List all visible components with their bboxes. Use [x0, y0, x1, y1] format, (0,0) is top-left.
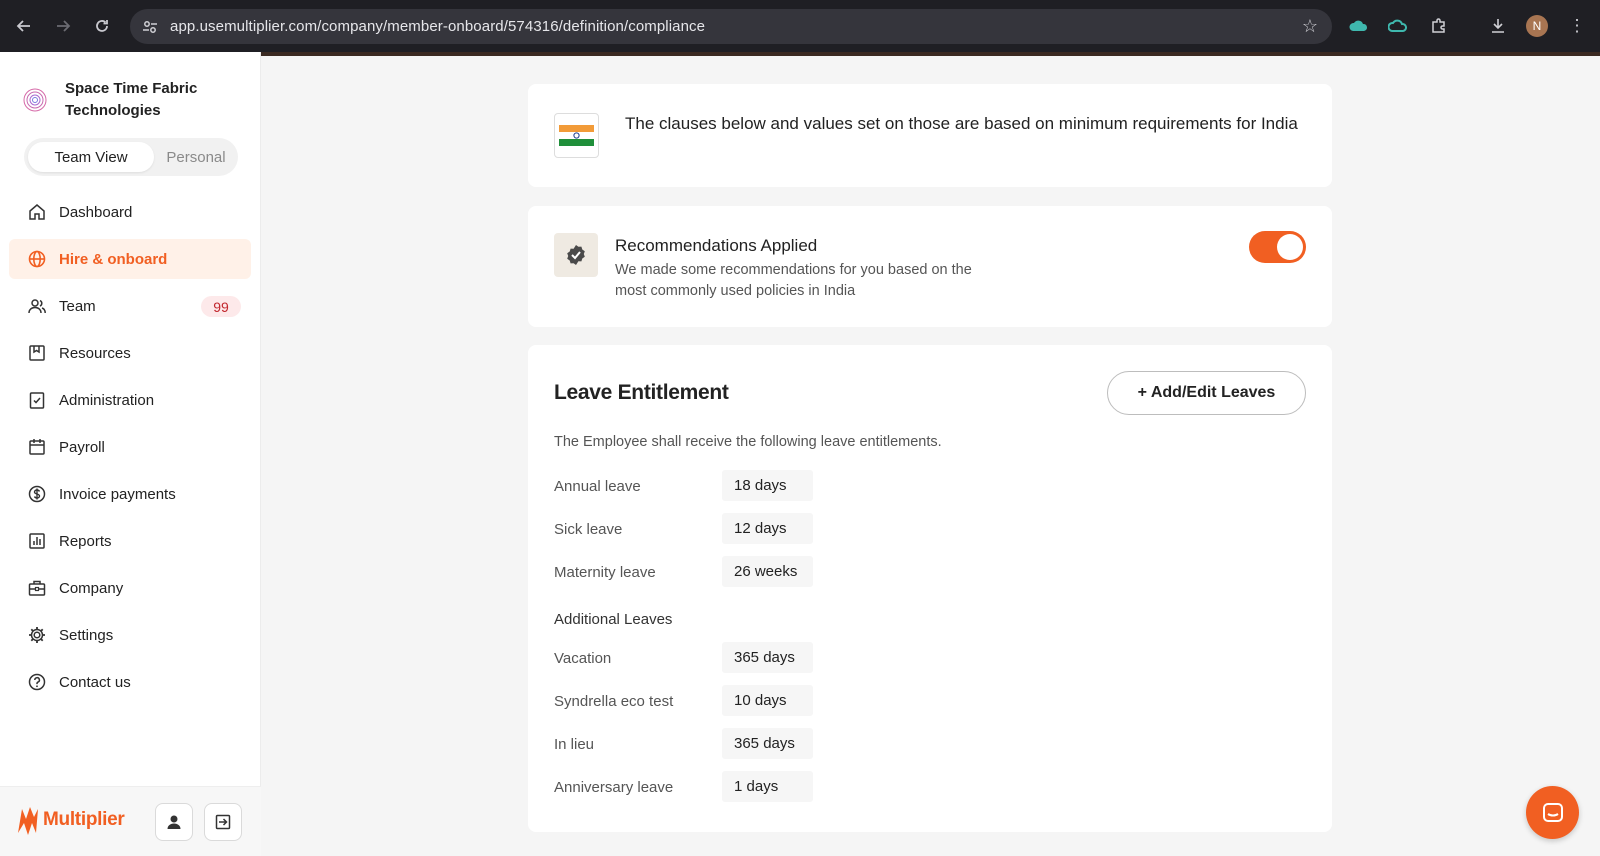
help-circle-icon — [27, 672, 47, 692]
sidebar-item-label: Hire & onboard — [59, 250, 168, 268]
back-icon[interactable] — [12, 14, 36, 38]
browser-toolbar: app.usemultiplier.com/company/member-onb… — [0, 0, 1600, 52]
reload-icon[interactable] — [90, 14, 114, 38]
sidebar-item-administration[interactable]: Administration — [9, 380, 251, 420]
recommendations-card: Recommendations Applied We made some rec… — [528, 206, 1332, 327]
clipboard-check-icon — [27, 390, 47, 410]
page-accent-strip — [261, 52, 1600, 56]
leave-value: 10 days — [722, 685, 813, 716]
globe-icon — [27, 249, 47, 269]
logout-button[interactable] — [204, 803, 242, 841]
sidebar-item-label: Reports — [59, 532, 112, 550]
sidebar-item-label: Administration — [59, 391, 155, 409]
briefcase-icon — [27, 578, 47, 598]
country-notice-card: The clauses below and values set on thos… — [528, 84, 1332, 187]
recommendations-description: We made some recommendations for you bas… — [615, 262, 972, 299]
address-bar[interactable]: app.usemultiplier.com/company/member-onb… — [130, 9, 1332, 44]
extensions-puzzle-icon[interactable] — [1427, 14, 1451, 38]
sidebar-item-label: Settings — [59, 626, 114, 644]
sidebar-item-hire-onboard[interactable]: Hire & onboard — [9, 239, 251, 279]
additional-leaves-heading: Additional Leaves — [554, 611, 673, 628]
site-info-icon[interactable] — [140, 17, 160, 37]
bar-chart-icon — [27, 531, 47, 551]
forward-icon[interactable] — [51, 14, 75, 38]
multiplier-logo[interactable]: Multiplier — [16, 805, 125, 835]
sidebar-item-label: Team — [59, 297, 96, 315]
user-icon — [167, 815, 181, 829]
leave-label: In lieu — [554, 736, 595, 753]
sidebar-item-company[interactable]: Company — [9, 568, 251, 608]
download-icon[interactable] — [1486, 14, 1510, 38]
chat-support-button[interactable] — [1526, 786, 1579, 839]
leave-entitlement-title: Leave Entitlement — [554, 381, 729, 404]
team-view-tab[interactable]: Team View — [28, 142, 154, 172]
country-notice-text: The clauses below and values set on thos… — [625, 114, 1298, 133]
leave-label: Sick leave — [554, 521, 623, 538]
sidebar-item-settings[interactable]: Settings — [9, 615, 251, 655]
add-edit-leaves-button[interactable]: + Add/Edit Leaves — [1107, 371, 1306, 415]
sidebar-item-resources[interactable]: Resources — [9, 333, 251, 373]
sidebar-item-label: Invoice payments — [59, 485, 176, 503]
cloud-extension-icon[interactable] — [1386, 14, 1410, 38]
recommendations-toggle[interactable] — [1249, 231, 1306, 263]
calendar-icon — [27, 437, 47, 457]
sidebar-footer: Multiplier — [0, 786, 261, 856]
recommendations-title: Recommendations Applied — [615, 236, 818, 255]
more-menu-icon[interactable]: ⋮ — [1565, 14, 1589, 38]
personal-view-tab[interactable]: Personal — [158, 142, 234, 172]
leave-value: 12 days — [722, 513, 813, 544]
logout-icon — [215, 814, 231, 830]
leave-label: Maternity leave — [554, 564, 656, 581]
leave-label: Annual leave — [554, 478, 641, 495]
sidebar-item-label: Dashboard — [59, 203, 133, 221]
sidebar-item-label: Contact us — [59, 673, 131, 691]
company-name: Space Time Fabric Technologies — [65, 80, 198, 119]
sidebar-item-invoice-payments[interactable]: Invoice payments — [9, 474, 251, 514]
sidebar-item-contact-us[interactable]: Contact us — [9, 662, 251, 702]
leave-label: Syndrella eco test — [554, 693, 674, 710]
leave-entitlement-card: Leave Entitlement + Add/Edit Leaves The … — [528, 345, 1332, 832]
toggle-knob — [1277, 234, 1303, 260]
team-count-badge: 99 — [201, 296, 241, 317]
sidebar-item-label: Company — [59, 579, 124, 597]
leave-label: Vacation — [554, 650, 612, 667]
india-flag-icon — [554, 113, 599, 158]
chat-icon — [1542, 802, 1563, 822]
sidebar-item-label: Resources — [59, 344, 131, 362]
leave-value: 18 days — [722, 470, 813, 501]
company-logo-icon — [20, 84, 50, 114]
book-icon — [27, 343, 47, 363]
sidebar-item-payroll[interactable]: Payroll — [9, 427, 251, 467]
gear-icon — [27, 625, 47, 645]
multiplier-logo-icon — [18, 807, 38, 835]
profile-button[interactable] — [155, 803, 193, 841]
leave-value: 365 days — [722, 642, 813, 673]
sidebar-item-dashboard[interactable]: Dashboard — [9, 192, 251, 232]
home-icon — [27, 202, 47, 222]
leave-label: Anniversary leave — [554, 779, 674, 796]
brand-name: Multiplier — [43, 809, 125, 830]
verified-badge-icon — [554, 233, 598, 277]
company-switcher[interactable]: Space Time Fabric Technologies — [20, 78, 197, 119]
sidebar-item-label: Payroll — [59, 438, 105, 456]
sidebar-item-reports[interactable]: Reports — [9, 521, 251, 561]
users-icon — [27, 296, 47, 316]
cloud-extension-icon[interactable] — [1347, 14, 1371, 38]
url-text[interactable]: app.usemultiplier.com/company/member-onb… — [170, 18, 705, 35]
sidebar-item-team[interactable]: Team 99 — [9, 286, 251, 326]
leave-value: 1 days — [722, 771, 813, 802]
leave-value: 365 days — [722, 728, 813, 759]
sidebar: Space Time Fabric Technologies Team View… — [0, 52, 261, 856]
leave-entitlement-description: The Employee shall receive the following… — [554, 434, 942, 450]
profile-avatar[interactable]: N — [1526, 15, 1548, 37]
leave-value: 26 weeks — [722, 556, 813, 587]
view-toggle: Team View Personal — [24, 138, 238, 176]
dollar-circle-icon — [27, 484, 47, 504]
bookmark-star-icon[interactable]: ☆ — [1302, 16, 1318, 37]
